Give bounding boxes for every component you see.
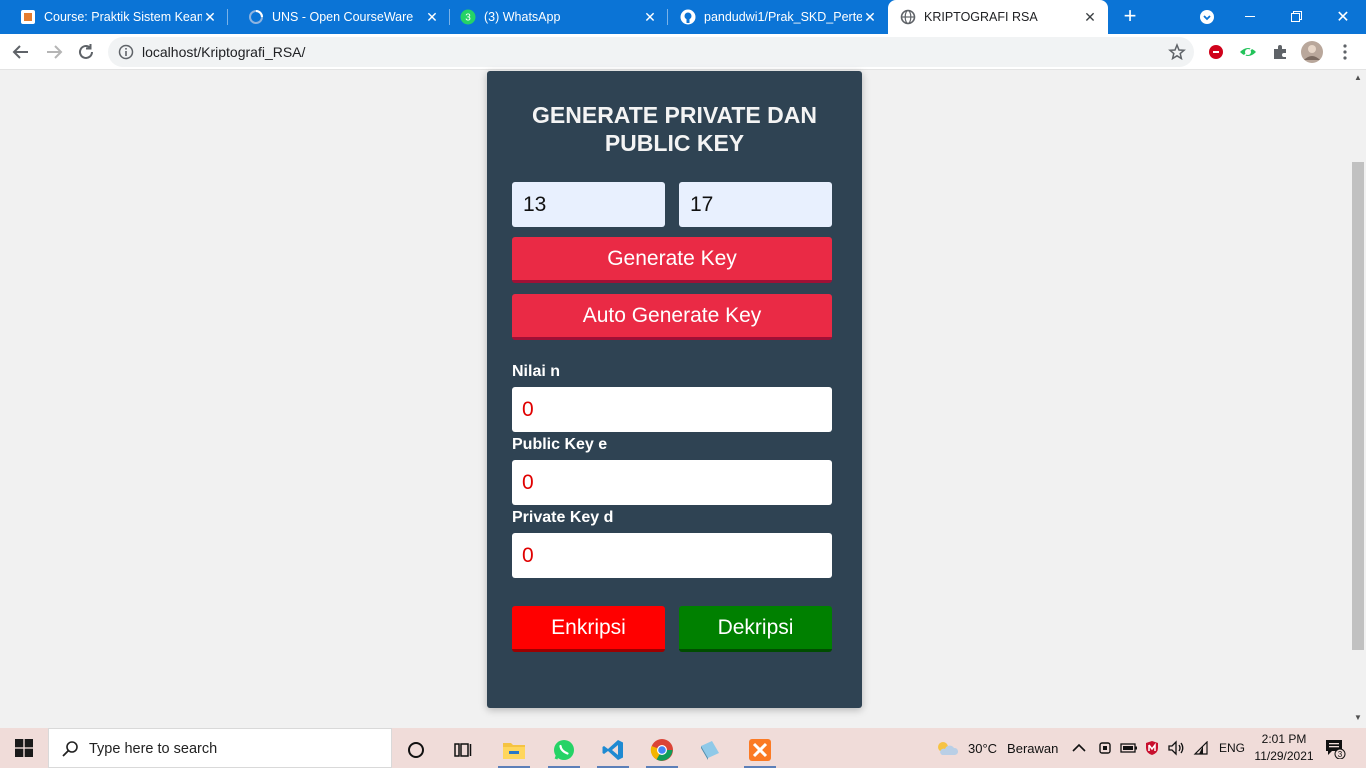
- notepad-app-icon[interactable]: [690, 732, 730, 768]
- close-icon[interactable]: ✕: [862, 9, 878, 25]
- encrypt-button[interactable]: Enkripsi: [512, 606, 665, 652]
- clock-date: 11/29/2021: [1254, 749, 1314, 763]
- eye-extension-icon[interactable]: [1237, 41, 1259, 63]
- moodle-icon: [20, 9, 36, 25]
- minimize-button[interactable]: [1228, 0, 1274, 34]
- wifi-icon[interactable]: [1193, 728, 1209, 768]
- scroll-up-arrow-icon[interactable]: ▲: [1352, 73, 1364, 85]
- tab-whatsapp[interactable]: 3 (3) WhatsApp ✕: [450, 0, 668, 34]
- taskbar-clock[interactable]: 2:01 PM 11/29/2021: [1248, 731, 1320, 765]
- mcafee-shield-icon[interactable]: [1144, 728, 1160, 768]
- windows-start-button[interactable]: [0, 728, 48, 768]
- address-bar[interactable]: localhost/Kriptografi_RSA/: [108, 37, 1194, 67]
- tab-course[interactable]: Course: Praktik Sistem Keamanan ✕: [0, 0, 228, 34]
- generate-key-button[interactable]: Generate Key: [512, 237, 832, 283]
- battery-icon[interactable]: [1120, 728, 1138, 768]
- prime-p-input[interactable]: [512, 182, 665, 227]
- menu-kebab-icon[interactable]: [1334, 41, 1356, 63]
- back-button[interactable]: [10, 41, 32, 63]
- record-extension-icon[interactable]: [1205, 41, 1227, 63]
- scrollbar-thumb[interactable]: [1352, 162, 1364, 650]
- close-icon[interactable]: ✕: [642, 9, 658, 25]
- rsa-key-card: GENERATE PRIVATE DAN PUBLIC KEY Generate…: [487, 71, 862, 708]
- taskbar-search-box[interactable]: Type here to search: [48, 728, 392, 768]
- file-explorer-icon[interactable]: [494, 732, 534, 768]
- new-tab-button[interactable]: +: [1118, 5, 1142, 29]
- bookmark-star-icon[interactable]: [1168, 42, 1186, 61]
- search-placeholder: Type here to search: [89, 741, 218, 757]
- close-icon[interactable]: ✕: [424, 9, 440, 25]
- close-icon[interactable]: ✕: [202, 9, 218, 25]
- volume-icon[interactable]: [1167, 728, 1185, 768]
- weather-text: Berawan: [1007, 740, 1059, 756]
- extensions-puzzle-icon[interactable]: [1269, 41, 1291, 63]
- tab-title: Course: Praktik Sistem Keamanan: [44, 10, 202, 24]
- tab-title: UNS - Open CourseWare: [272, 10, 414, 24]
- globe-icon: [900, 9, 916, 25]
- xampp-icon[interactable]: [740, 732, 780, 768]
- decrypt-button[interactable]: Dekripsi: [679, 606, 832, 652]
- n-value-label: Nilai n: [512, 363, 561, 380]
- chrome-icon[interactable]: [642, 732, 682, 768]
- tab-title: pandudwi1/Prak_SKD_Pertemuan: [704, 10, 862, 24]
- weather-widget[interactable]: 30°C Berawan: [936, 728, 1058, 768]
- whatsapp-icon: 3: [460, 9, 476, 25]
- tab-title: (3) WhatsApp: [484, 10, 561, 24]
- prime-q-input[interactable]: [679, 182, 832, 227]
- tab-uns[interactable]: UNS - Open CourseWare ✕: [228, 0, 450, 34]
- loading-icon: [248, 9, 264, 25]
- auto-generate-key-button[interactable]: Auto Generate Key: [512, 294, 832, 340]
- svg-text:3: 3: [465, 13, 471, 24]
- show-hidden-icons-icon[interactable]: [1072, 728, 1086, 768]
- weather-temp: 30°C: [968, 740, 998, 756]
- tab-kriptografi-rsa[interactable]: KRIPTOGRAFI RSA ✕: [888, 0, 1108, 34]
- vscode-icon[interactable]: [593, 732, 633, 768]
- github-icon: [680, 9, 696, 25]
- tab-github[interactable]: pandudwi1/Prak_SKD_Pertemuan ✕: [668, 0, 888, 34]
- private-key-label: Private Key d: [512, 509, 614, 526]
- tab-strip: Course: Praktik Sistem Keamanan ✕ UNS - …: [0, 0, 1366, 34]
- meet-now-icon[interactable]: [1098, 728, 1112, 768]
- cloud-icon: [936, 740, 958, 756]
- private-key-field[interactable]: 0: [512, 533, 832, 578]
- whatsapp-taskbar-icon[interactable]: [544, 732, 584, 768]
- close-window-button[interactable]: ✕: [1320, 0, 1366, 34]
- url-text: localhost/Kriptografi_RSA/: [142, 44, 306, 60]
- tab-search-button[interactable]: [1184, 0, 1230, 34]
- windows-taskbar: Type here to search 30°C Berawan ENG 2:0…: [0, 728, 1366, 768]
- scroll-down-arrow-icon[interactable]: ▼: [1352, 713, 1364, 725]
- info-icon[interactable]: [118, 44, 134, 60]
- close-icon[interactable]: ✕: [1082, 9, 1098, 25]
- n-value-field[interactable]: 0: [512, 387, 832, 432]
- clock-time: 2:01 PM: [1261, 732, 1307, 746]
- language-indicator[interactable]: ENG: [1219, 728, 1245, 768]
- browser-toolbar: localhost/Kriptografi_RSA/: [0, 34, 1366, 70]
- notification-center-icon[interactable]: 3: [1324, 728, 1346, 768]
- tab-title: KRIPTOGRAFI RSA: [924, 10, 1038, 24]
- profile-avatar[interactable]: [1300, 40, 1324, 64]
- restore-button[interactable]: [1274, 0, 1320, 34]
- task-view-icon[interactable]: [444, 732, 484, 768]
- public-key-label: Public Key e: [512, 436, 608, 453]
- cortana-icon[interactable]: [396, 732, 436, 768]
- public-key-field[interactable]: 0: [512, 460, 832, 505]
- page-title: GENERATE PRIVATE DAN PUBLIC KEY: [532, 102, 817, 156]
- search-icon: [61, 740, 79, 758]
- reload-button[interactable]: [75, 41, 97, 63]
- forward-button[interactable]: [43, 41, 65, 63]
- notification-count: 3: [1338, 750, 1343, 759]
